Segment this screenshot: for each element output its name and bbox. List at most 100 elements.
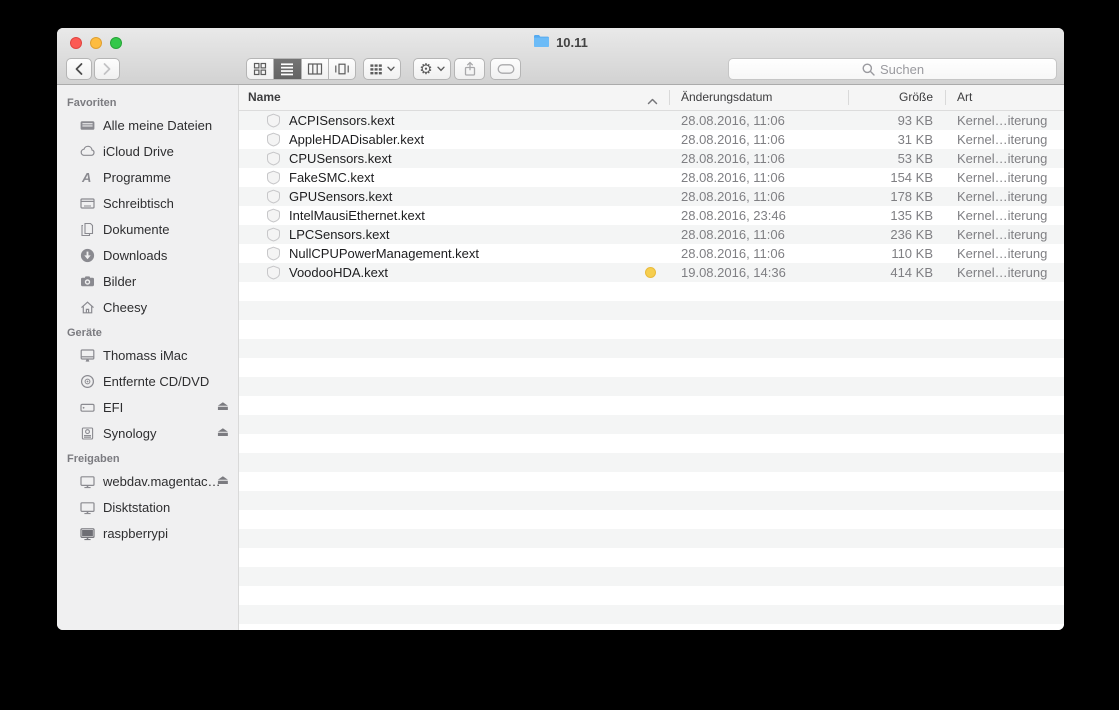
sidebar-item-bilder[interactable]: Bilder — [57, 268, 238, 294]
share-button[interactable] — [454, 58, 485, 80]
kext-icon — [266, 227, 281, 245]
sidebar-item-alle-meine-dateien[interactable]: Alle meine Dateien — [57, 112, 238, 138]
action-menu-button[interactable]: ⚙ — [413, 58, 451, 80]
sidebar-item-label: Entfernte CD/DVD — [103, 373, 210, 389]
icon-view-button[interactable] — [247, 59, 275, 79]
kext-icon — [266, 132, 281, 150]
sidebar-item-thomass-imac[interactable]: Thomass iMac — [57, 342, 238, 368]
sort-ascending-icon — [647, 94, 658, 108]
file-row[interactable]: ACPISensors.kext 28.08.2016, 11:06 93 KB… — [239, 111, 1064, 130]
sidebar-item-raspberrypi[interactable]: raspberrypi — [57, 520, 238, 546]
file-row[interactable]: NullCPUPowerManagement.kext 28.08.2016, … — [239, 244, 1064, 263]
shared-display-dark-icon — [78, 525, 96, 542]
file-name: ACPISensors.kext — [289, 113, 395, 128]
sidebar-item-entfernte-cd-dvd[interactable]: Entfernte CD/DVD — [57, 368, 238, 394]
tag-button[interactable] — [490, 58, 521, 80]
arrange-button[interactable] — [363, 58, 401, 80]
file-date: 28.08.2016, 11:06 — [681, 189, 785, 204]
cloud-icon — [78, 143, 96, 160]
file-row[interactable]: LPCSensors.kext 28.08.2016, 11:06 236 KB… — [239, 225, 1064, 244]
sidebar-section-devices: Geräte — [67, 327, 102, 339]
sidebar-item-label: Disktstation — [103, 499, 171, 515]
sidebar-item-downloads[interactable]: Downloads — [57, 242, 238, 268]
column-header-kind[interactable]: Art — [957, 85, 972, 110]
desktop-icon — [78, 195, 96, 212]
share-icon — [464, 61, 475, 76]
file-size: 414 KB — [890, 265, 933, 280]
file-size: 236 KB — [890, 227, 933, 242]
back-button[interactable] — [66, 58, 92, 80]
window-title: 10.11 — [533, 34, 588, 51]
file-kind: Kernel…iterung — [957, 113, 1048, 128]
file-name: NullCPUPowerManagement.kext — [289, 246, 480, 261]
column-view-icon — [307, 63, 322, 75]
kext-icon — [266, 170, 281, 188]
sidebar-item-efi[interactable]: EFI ⏏ — [57, 394, 238, 420]
finder-window: 10.11 ⚙ Suchen Favoriten Alle meine Date… — [57, 28, 1064, 630]
file-name: IntelMausiEthernet.kext — [289, 208, 425, 223]
coverflow-view-button[interactable] — [329, 59, 355, 79]
file-row[interactable]: GPUSensors.kext 28.08.2016, 11:06 178 KB… — [239, 187, 1064, 206]
file-date: 19.08.2016, 14:36 — [681, 265, 786, 280]
sidebar-item-label: Thomass iMac — [103, 347, 188, 363]
file-kind: Kernel…iterung — [957, 132, 1048, 147]
sidebar-item-icloud-drive[interactable]: iCloud Drive — [57, 138, 238, 164]
file-size: 93 KB — [897, 113, 933, 128]
empty-stripe — [239, 301, 1064, 320]
file-row[interactable]: FakeSMC.kext 28.08.2016, 11:06 154 KB Ke… — [239, 168, 1064, 187]
file-list: Name Änderungsdatum Größe Art ACPISensor… — [239, 85, 1064, 630]
file-row[interactable]: IntelMausiEthernet.kext 28.08.2016, 23:4… — [239, 206, 1064, 225]
eject-icon[interactable]: ⏏ — [217, 473, 229, 486]
file-date: 28.08.2016, 11:06 — [681, 132, 785, 147]
traffic-lights — [70, 37, 122, 49]
empty-stripe — [239, 434, 1064, 453]
zoom-button[interactable] — [110, 37, 122, 49]
downloads-icon — [78, 247, 96, 264]
sidebar-item-label: Cheesy — [103, 299, 148, 315]
sidebar-section-shared: Freigaben — [67, 453, 120, 465]
sidebar-item-schreibtisch[interactable]: Schreibtisch — [57, 190, 238, 216]
file-row[interactable]: CPUSensors.kext 28.08.2016, 11:06 53 KB … — [239, 149, 1064, 168]
file-size: 154 KB — [890, 170, 933, 185]
sidebar-item-synology[interactable]: Synology ⏏ — [57, 420, 238, 446]
kext-icon — [266, 113, 281, 131]
forward-button[interactable] — [94, 58, 120, 80]
chevron-down-icon — [387, 66, 395, 72]
sidebar-item-dokumente[interactable]: Dokumente — [57, 216, 238, 242]
titlebar[interactable]: 10.11 — [57, 28, 1064, 56]
sidebar-item-label: Programme — [103, 169, 171, 185]
shared-display-icon — [78, 499, 96, 516]
sidebar: Favoriten Alle meine Dateien iCloud Driv… — [57, 85, 239, 630]
search-input[interactable]: Suchen — [728, 58, 1057, 80]
sidebar-item-disktstation[interactable]: Disktstation — [57, 494, 238, 520]
column-divider — [945, 90, 946, 105]
file-size: 31 KB — [897, 132, 933, 147]
column-view-button[interactable] — [302, 59, 329, 79]
empty-stripe — [239, 453, 1064, 472]
file-name: CPUSensors.kext — [289, 151, 392, 166]
kext-icon — [266, 189, 281, 207]
empty-stripe — [239, 377, 1064, 396]
file-row[interactable]: VoodooHDA.kext 19.08.2016, 14:36 414 KB … — [239, 263, 1064, 282]
file-date: 28.08.2016, 11:06 — [681, 170, 785, 185]
home-icon — [78, 299, 96, 316]
sidebar-item-webdav-magentacloud[interactable]: webdav.magentac… ⏏ — [57, 468, 238, 494]
gear-icon: ⚙ — [419, 60, 433, 78]
sidebar-item-label: webdav.magentac… — [103, 473, 221, 489]
list-view-button[interactable] — [274, 59, 302, 79]
file-size: 135 KB — [890, 208, 933, 223]
empty-stripe — [239, 548, 1064, 567]
file-row[interactable]: AppleHDADisabler.kext 28.08.2016, 11:06 … — [239, 130, 1064, 149]
column-header-name[interactable]: Name — [248, 85, 281, 110]
minimize-button[interactable] — [90, 37, 102, 49]
eject-icon[interactable]: ⏏ — [217, 399, 229, 412]
yellow-tag-dot — [645, 267, 656, 278]
eject-icon[interactable]: ⏏ — [217, 425, 229, 438]
column-header-date[interactable]: Änderungsdatum — [681, 85, 772, 110]
list-header: Name Änderungsdatum Größe Art — [239, 85, 1064, 111]
empty-stripe — [239, 624, 1064, 630]
column-header-size[interactable]: Größe — [799, 85, 933, 110]
sidebar-item-programme[interactable]: A Programme — [57, 164, 238, 190]
sidebar-item-cheesy[interactable]: Cheesy — [57, 294, 238, 320]
close-button[interactable] — [70, 37, 82, 49]
